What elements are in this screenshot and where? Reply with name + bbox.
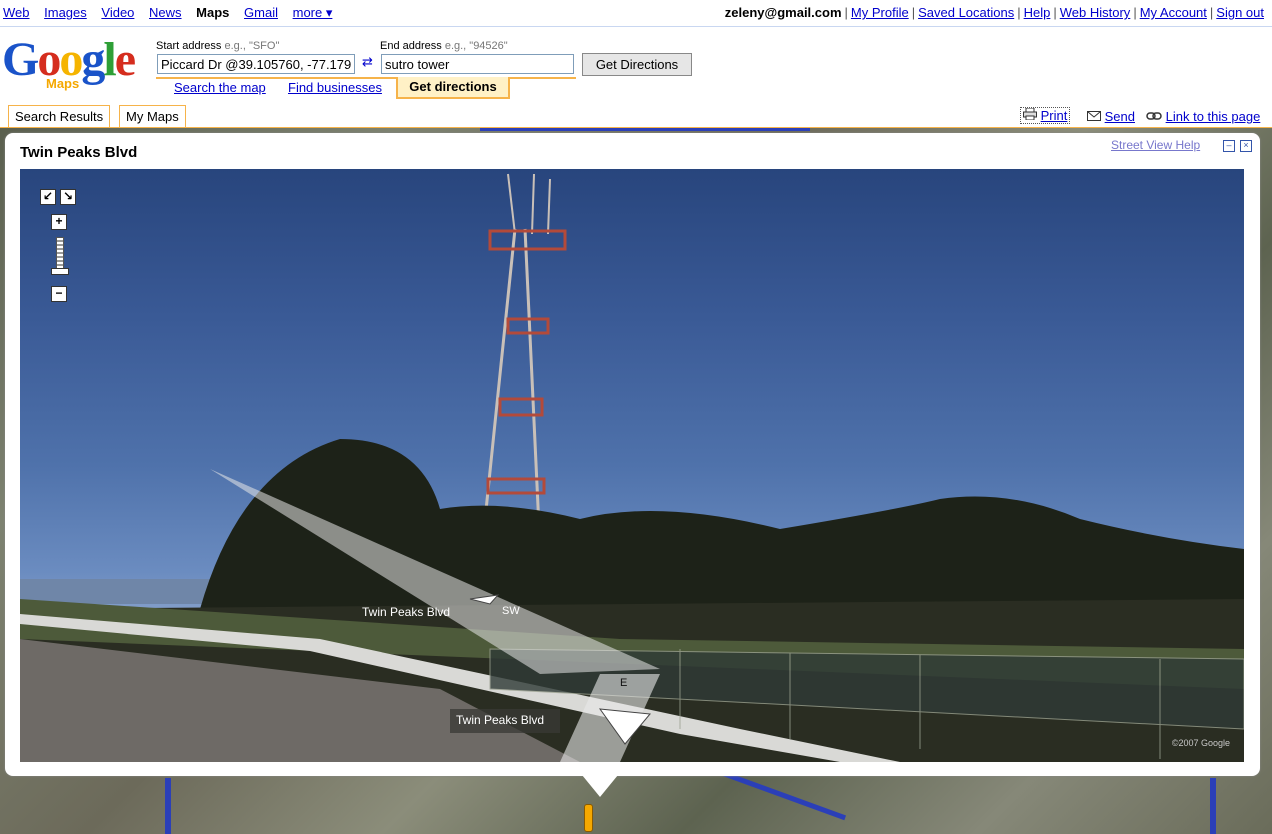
get-directions-button[interactable]: Get Directions	[582, 53, 692, 76]
link-my-profile[interactable]: My Profile	[851, 5, 909, 20]
zoom-in-button[interactable]: +	[51, 214, 67, 230]
user-email: zeleny@gmail.com	[724, 5, 842, 20]
panorama-image	[20, 173, 1244, 762]
nav-video[interactable]: Video	[101, 5, 134, 20]
nav-news[interactable]: News	[149, 5, 182, 20]
link-help[interactable]: Help	[1024, 5, 1051, 20]
print-link[interactable]: Print	[1041, 108, 1068, 123]
chain-link-icon	[1146, 109, 1166, 124]
minimize-icon[interactable]: –	[1223, 140, 1235, 152]
sutro-tower-image	[480, 173, 567, 550]
street-view-help-link[interactable]: Street View Help	[1111, 138, 1200, 152]
street-label[interactable]: Twin Peaks Blvd	[451, 712, 549, 728]
info-window-pointer	[582, 775, 618, 797]
form-underline	[156, 77, 576, 79]
link-sign-out[interactable]: Sign out	[1216, 5, 1264, 20]
street-view-panorama[interactable]: ↙ ↘ + − Twin Peaks Blvd SW Twin Peaks Bl…	[20, 169, 1244, 762]
nav-gmail[interactable]: Gmail	[244, 5, 278, 20]
nav-images[interactable]: Images	[44, 5, 87, 20]
end-address-input[interactable]	[381, 54, 574, 74]
street-view-title: Twin Peaks Blvd	[20, 144, 138, 161]
direction-label: SW	[502, 605, 520, 617]
zoom-out-button[interactable]: −	[51, 286, 67, 302]
send-link[interactable]: Send	[1105, 109, 1135, 124]
top-nav-bar: Web Images Video News Maps Gmail more ▾ …	[0, 0, 1272, 27]
pan-right-icon[interactable]: ↘	[60, 189, 76, 205]
nav-more-dropdown[interactable]: more ▾	[293, 5, 333, 20]
direction-label: E	[620, 677, 628, 689]
tab-find-businesses[interactable]: Find businesses	[288, 80, 382, 95]
copyright-notice: ©2007 Google	[1171, 738, 1230, 748]
printer-icon	[1023, 107, 1041, 123]
map-road	[480, 128, 810, 131]
link-to-page-link[interactable]: Link to this page	[1166, 109, 1261, 124]
link-my-account[interactable]: My Account	[1140, 5, 1207, 20]
start-address-input[interactable]	[157, 54, 355, 74]
nav-maps-current: Maps	[196, 5, 230, 20]
nav-web[interactable]: Web	[3, 5, 30, 20]
end-address-label: End address e.g., "94526"	[380, 40, 508, 52]
link-saved-locations[interactable]: Saved Locations	[918, 5, 1014, 20]
tab-search-the-map[interactable]: Search the map	[174, 80, 266, 95]
link-to-page-tool[interactable]: Link to this page	[1146, 109, 1260, 124]
close-icon[interactable]: ×	[1240, 140, 1252, 152]
pegman-icon[interactable]	[584, 804, 593, 832]
swap-addresses-icon[interactable]: ⇄	[362, 54, 373, 70]
google-maps-logo[interactable]: Google Maps	[2, 36, 152, 94]
tab-search-results[interactable]: Search Results	[8, 105, 111, 127]
link-web-history[interactable]: Web History	[1060, 5, 1131, 20]
map-road	[165, 778, 171, 834]
tab-get-directions[interactable]: Get directions	[396, 77, 510, 99]
map-road	[1210, 778, 1216, 834]
pan-left-icon[interactable]: ↙	[40, 189, 56, 205]
street-label[interactable]: Twin Peaks Blvd	[357, 604, 455, 620]
maps-logo-label: Maps	[46, 76, 80, 91]
print-tool[interactable]: Print	[1020, 107, 1071, 124]
start-address-label: Start address e.g., "SFO"	[156, 40, 280, 52]
tab-my-maps[interactable]: My Maps	[119, 105, 186, 127]
envelope-icon	[1087, 109, 1105, 124]
zoom-slider-handle[interactable]	[51, 268, 69, 275]
send-tool[interactable]: Send	[1087, 109, 1135, 124]
